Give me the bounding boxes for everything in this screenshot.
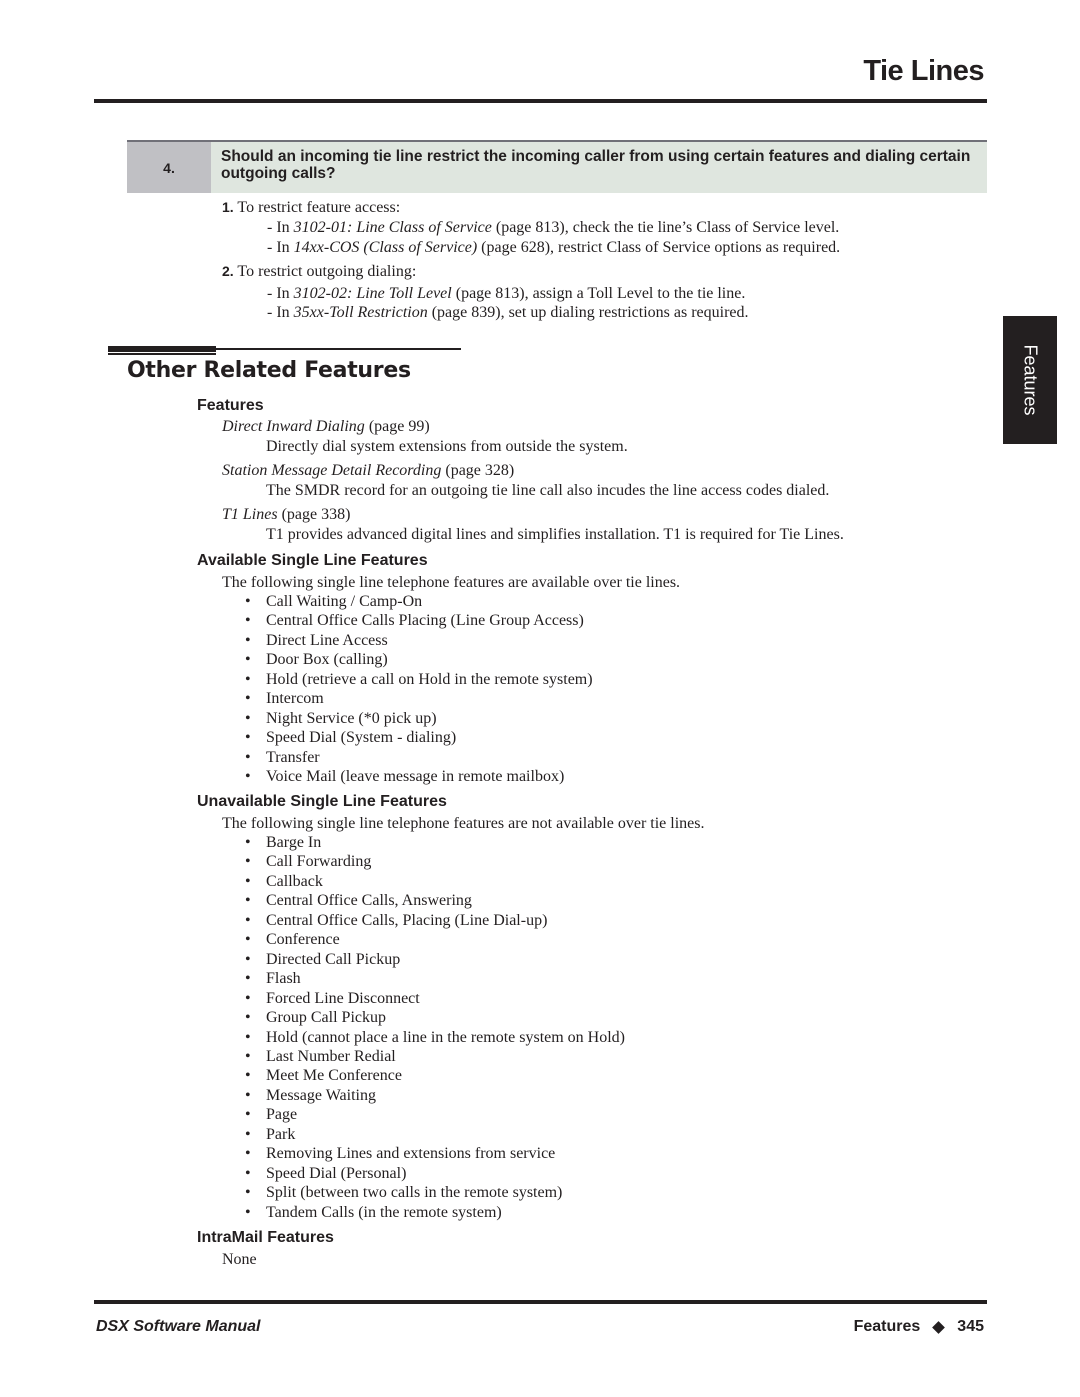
list-item: Call Forwarding [245, 852, 625, 872]
feature-entry: Station Message Detail Recording (page 3… [222, 462, 515, 479]
step-item: - In 14xx-COS (Class of Service) (page 6… [267, 239, 841, 256]
intramail-heading: IntraMail Features [197, 1229, 334, 1246]
step-number: 1. [222, 199, 234, 215]
list-item: Forced Line Disconnect [245, 989, 625, 1009]
page-number: 345 [957, 1318, 984, 1335]
available-list: Call Waiting / Camp-OnCentral Office Cal… [245, 592, 593, 787]
step-item: - In 3102-02: Line Toll Level (page 813)… [267, 285, 746, 302]
list-item: Call Waiting / Camp-On [245, 592, 593, 612]
step-text: To restrict feature access: [237, 199, 401, 216]
feature-entry: Direct Inward Dialing (page 99) [222, 418, 430, 435]
feature-entry: T1 Lines (page 338) [222, 506, 351, 523]
list-item: Speed Dial (Personal) [245, 1164, 625, 1184]
section-rule [108, 346, 216, 353]
cross-reference-link[interactable]: 35xx-Toll Restriction [294, 304, 428, 321]
feature-description: T1 provides advanced digital lines and s… [266, 526, 844, 543]
list-item: Directed Call Pickup [245, 950, 625, 970]
intramail-text: None [222, 1251, 257, 1268]
list-item: Central Office Calls Placing (Line Group… [245, 611, 593, 631]
step-item: - In 3102-01: Line Class of Service (pag… [267, 219, 840, 236]
list-item: Intercom [245, 689, 593, 709]
step-1: 1. To restrict feature access: [222, 198, 400, 217]
list-item: Transfer [245, 748, 593, 768]
feature-description: Directly dial system extensions from out… [266, 438, 628, 455]
features-heading: Features [197, 397, 264, 414]
available-heading: Available Single Line Features [197, 552, 428, 569]
list-item: Group Call Pickup [245, 1008, 625, 1028]
list-item: Direct Line Access [245, 631, 593, 651]
unavailable-list: Barge InCall ForwardingCallbackCentral O… [245, 833, 625, 1223]
list-item: Central Office Calls, Answering [245, 891, 625, 911]
section-rule [216, 348, 461, 350]
question-number: 4. [127, 142, 211, 193]
list-item: Night Service (*0 pick up) [245, 709, 593, 729]
list-item: Voice Mail (leave message in remote mail… [245, 767, 593, 787]
list-item: Split (between two calls in the remote s… [245, 1183, 625, 1203]
section-title: Other Related Features [127, 358, 411, 383]
page-title: Tie Lines [863, 55, 984, 87]
step-number: 2. [222, 263, 234, 279]
list-item: Removing Lines and extensions from servi… [245, 1144, 625, 1164]
feature-link[interactable]: Direct Inward Dialing [222, 418, 365, 435]
list-item: Tandem Calls (in the remote system) [245, 1203, 625, 1223]
list-item: Flash [245, 969, 625, 989]
diamond-icon [932, 1320, 946, 1334]
cross-reference-link[interactable]: 14xx-COS (Class of Service) [294, 239, 478, 256]
step-2: 2. To restrict outgoing dialing: [222, 262, 416, 281]
list-item: Park [245, 1125, 625, 1145]
list-item: Message Waiting [245, 1086, 625, 1106]
list-item: Page [245, 1105, 625, 1125]
cross-reference-link[interactable]: 3102-01: Line Class of Service [294, 219, 492, 236]
section-tab[interactable]: Features [1003, 316, 1057, 444]
feature-link[interactable]: T1 Lines [222, 506, 278, 523]
footer-page-info: Features 345 [854, 1318, 984, 1336]
available-intro: The following single line telephone feat… [222, 574, 681, 591]
manual-title: DSX Software Manual [96, 1318, 261, 1335]
feature-description: The SMDR record for an outgoing tie line… [266, 482, 830, 499]
question-text: Should an incoming tie line restrict the… [211, 142, 987, 193]
list-item: Hold (retrieve a call on Hold in the rem… [245, 670, 593, 690]
footer-rule [94, 1300, 987, 1304]
feature-link[interactable]: Station Message Detail Recording [222, 462, 441, 479]
list-item: Central Office Calls, Placing (Line Dial… [245, 911, 625, 931]
header-rule [94, 99, 987, 103]
list-item: Door Box (calling) [245, 650, 593, 670]
unavailable-intro: The following single line telephone feat… [222, 815, 705, 832]
step-item: - In 35xx-Toll Restriction (page 839), s… [267, 304, 749, 321]
section-rule [108, 353, 216, 355]
list-item: Meet Me Conference [245, 1066, 625, 1086]
list-item: Hold (cannot place a line in the remote … [245, 1028, 625, 1048]
section-tab-label: Features [1020, 344, 1041, 416]
list-item: Speed Dial (System - dialing) [245, 728, 593, 748]
cross-reference-link[interactable]: 3102-02: Line Toll Level [294, 285, 452, 302]
list-item: Last Number Redial [245, 1047, 625, 1067]
list-item: Barge In [245, 833, 625, 853]
step-text: To restrict outgoing dialing: [237, 263, 417, 280]
list-item: Callback [245, 872, 625, 892]
question-box: 4. Should an incoming tie line restrict … [127, 140, 987, 193]
footer-section: Features [853, 1318, 921, 1335]
list-item: Conference [245, 930, 625, 950]
unavailable-heading: Unavailable Single Line Features [197, 793, 447, 810]
